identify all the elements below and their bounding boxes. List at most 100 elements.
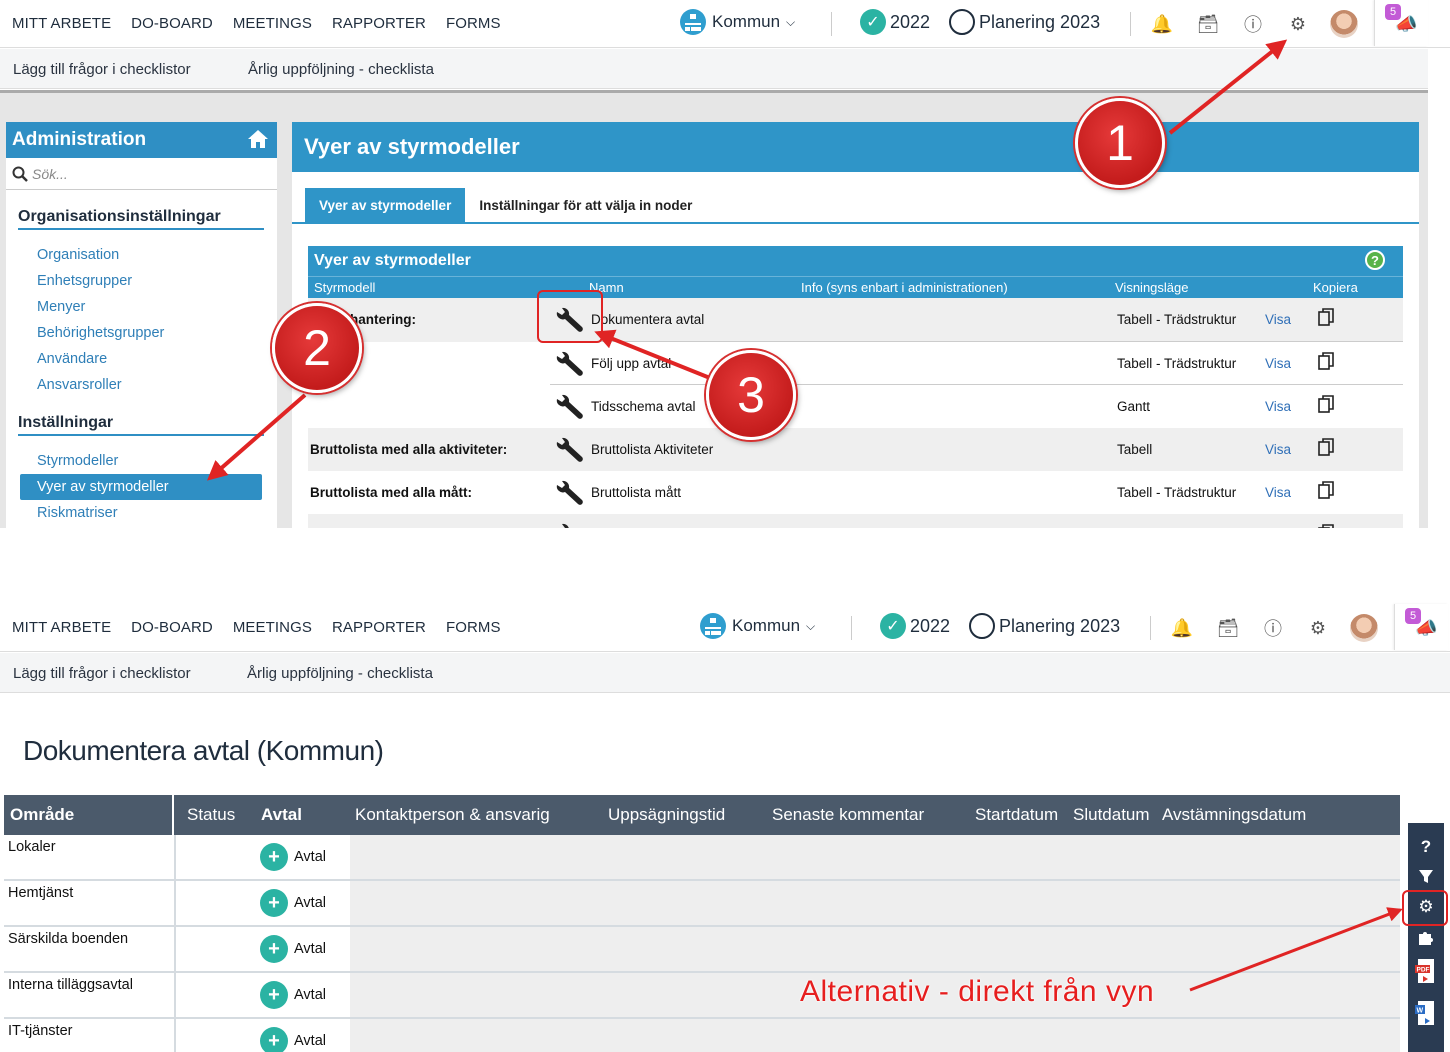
filter-icon[interactable] — [1408, 863, 1444, 891]
home-icon[interactable] — [247, 129, 269, 149]
col-startdatum[interactable]: Startdatum — [975, 805, 1058, 825]
archive-icon[interactable]: 🗃 — [1197, 13, 1220, 35]
bell-icon[interactable]: 🔔 — [1151, 13, 1173, 35]
subnav-checklist-questions[interactable]: Lägg till frågor i checklistor — [13, 665, 191, 682]
org-tree-icon — [680, 9, 706, 35]
pdf-icon[interactable]: PDF — [1408, 957, 1444, 985]
help-icon[interactable]: ? — [1365, 250, 1385, 270]
copy-icon[interactable] — [1318, 438, 1334, 456]
help-icon[interactable]: ? — [1408, 833, 1444, 861]
wrench-icon[interactable] — [554, 394, 584, 420]
visa-link[interactable]: Visa — [1265, 399, 1291, 414]
col-avtal[interactable]: Avtal — [261, 805, 302, 825]
menu-organisation[interactable]: Organisation — [37, 242, 277, 268]
menu-riskmatriser[interactable]: Riskmatriser — [37, 500, 277, 526]
menu-menyer[interactable]: Menyer — [37, 294, 277, 320]
area-cell[interactable]: Lokaler — [4, 835, 176, 879]
year-planning[interactable]: Planering 2023 — [949, 9, 1100, 35]
copy-icon[interactable] — [1318, 481, 1334, 499]
admin-search[interactable]: Sök... — [6, 158, 277, 190]
area-cell[interactable]: Hemtjänst — [4, 881, 176, 925]
nav-meetings[interactable]: MEETINGS — [233, 15, 312, 32]
menu-vyer-av-styrmodeller[interactable]: Vyer av styrmodeller — [20, 474, 262, 500]
nav-do-board[interactable]: DO-BOARD — [131, 15, 213, 32]
top-navigation-bar-2: MITT ARBETE DO-BOARD MEETINGS RAPPORTER … — [0, 604, 1450, 652]
status-cell — [176, 881, 260, 925]
check-icon: ✓ — [860, 9, 886, 35]
area-cell[interactable]: Interna tilläggsavtal — [4, 973, 176, 1017]
copy-icon[interactable] — [1318, 352, 1334, 370]
admin-header: Administration — [6, 122, 277, 158]
table-row: Särskilda boenden + Avtal — [4, 927, 1400, 973]
subnav-checklist-questions[interactable]: Lägg till frågor i checklistor — [13, 61, 191, 78]
view-mode: Gantt — [1117, 399, 1151, 414]
org-selector[interactable]: Kommun ⌵ — [680, 9, 795, 35]
area-cell[interactable]: Särskilda boenden — [4, 927, 176, 971]
callout-2: 2 — [272, 303, 362, 393]
visa-link[interactable]: Visa — [1265, 442, 1291, 457]
menu-styrmodeller[interactable]: Styrmodeller — [37, 448, 277, 474]
add-avtal-button[interactable]: + Avtal — [260, 835, 350, 879]
visa-link[interactable]: Visa — [1265, 356, 1291, 371]
info-icon[interactable]: ⓘ — [1242, 13, 1264, 35]
copy-icon[interactable] — [1318, 524, 1334, 528]
table-row: Bruttolista med alla aktiviteter: Bruttol… — [308, 428, 1403, 471]
wrench-icon[interactable] — [554, 351, 584, 377]
wrench-icon[interactable] — [554, 437, 584, 463]
visa-link[interactable]: Visa — [1265, 312, 1291, 327]
word-icon[interactable]: W — [1408, 999, 1444, 1027]
announcements-button[interactable]: 5 📣 — [1374, 0, 1428, 46]
gears-icon[interactable]: ⚙ — [1287, 13, 1309, 35]
add-avtal-label: Avtal — [294, 895, 326, 911]
tab-node-settings[interactable]: Inställningar för att välja in noder — [465, 188, 706, 223]
col-status[interactable]: Status — [187, 805, 235, 825]
visa-link[interactable]: Visa — [1265, 485, 1291, 500]
nav-mitt-arbete[interactable]: MITT ARBETE — [12, 15, 111, 32]
column-headers: Styrmodell Namn Info (syns enbart i admi… — [308, 276, 1403, 298]
circle-icon — [969, 613, 995, 639]
info-icon[interactable]: ⓘ — [1262, 617, 1284, 639]
col-omrade[interactable]: Område — [4, 795, 174, 835]
nav-meetings[interactable]: MEETINGS — [233, 619, 312, 636]
add-avtal-button[interactable]: + Avtal — [260, 881, 350, 925]
menu-anvandare[interactable]: Användare — [37, 346, 277, 372]
nav-rapporter[interactable]: RAPPORTER — [332, 15, 426, 32]
subnav-annual-checklist[interactable]: Årlig uppföljning - checklista — [248, 61, 434, 78]
year-active[interactable]: ✓ 2022 — [880, 613, 950, 639]
wrench-icon[interactable] — [554, 480, 584, 506]
col-uppsagningstid[interactable]: Uppsägningstid — [608, 805, 725, 825]
year-planning[interactable]: Planering 2023 — [969, 613, 1120, 639]
copy-icon[interactable] — [1318, 395, 1334, 413]
view-mode: Tabell - Trädstruktur — [1117, 356, 1237, 371]
subnav-annual-checklist[interactable]: Årlig uppföljning - checklista — [247, 665, 433, 682]
nav-do-board[interactable]: DO-BOARD — [131, 619, 213, 636]
menu-ansvarsroller[interactable]: Ansvarsroller — [37, 372, 277, 398]
col-kontaktperson[interactable]: Kontaktperson & ansvarig — [355, 805, 550, 825]
archive-icon[interactable]: 🗃 — [1217, 617, 1240, 639]
wrench-icon[interactable] — [554, 523, 584, 528]
gears-icon[interactable]: ⚙ — [1307, 617, 1329, 639]
add-avtal-button[interactable]: + Avtal — [260, 1019, 350, 1052]
col-avstamningsdatum[interactable]: Avstämningsdatum — [1162, 805, 1306, 825]
avatar[interactable] — [1350, 614, 1378, 642]
area-cell[interactable]: IT-tjänster — [4, 1019, 176, 1052]
copy-icon[interactable] — [1318, 308, 1334, 326]
bell-icon[interactable]: 🔔 — [1171, 617, 1193, 639]
nav-mitt-arbete[interactable]: MITT ARBETE — [12, 619, 111, 636]
menu-behorighetsgrupper[interactable]: Behörighetsgrupper — [37, 320, 277, 346]
col-senaste-kommentar[interactable]: Senaste kommentar — [772, 805, 924, 825]
nav-rapporter[interactable]: RAPPORTER — [332, 619, 426, 636]
add-avtal-button[interactable]: + Avtal — [260, 973, 350, 1017]
col-slutdatum[interactable]: Slutdatum — [1073, 805, 1150, 825]
menu-enhetsgrupper[interactable]: Enhetsgrupper — [37, 268, 277, 294]
year-active[interactable]: ✓ 2022 — [860, 9, 930, 35]
avatar[interactable] — [1330, 10, 1358, 38]
year-active-label: 2022 — [890, 11, 931, 32]
nav-forms[interactable]: FORMS — [446, 619, 501, 636]
nav-forms[interactable]: FORMS — [446, 15, 501, 32]
announcements-button[interactable]: 5 📣 — [1394, 604, 1448, 650]
puzzle-icon[interactable] — [1408, 923, 1444, 951]
add-avtal-button[interactable]: + Avtal — [260, 927, 350, 971]
org-selector[interactable]: Kommun ⌵ — [700, 613, 815, 639]
tab-vyer[interactable]: Vyer av styrmodeller — [305, 188, 466, 223]
